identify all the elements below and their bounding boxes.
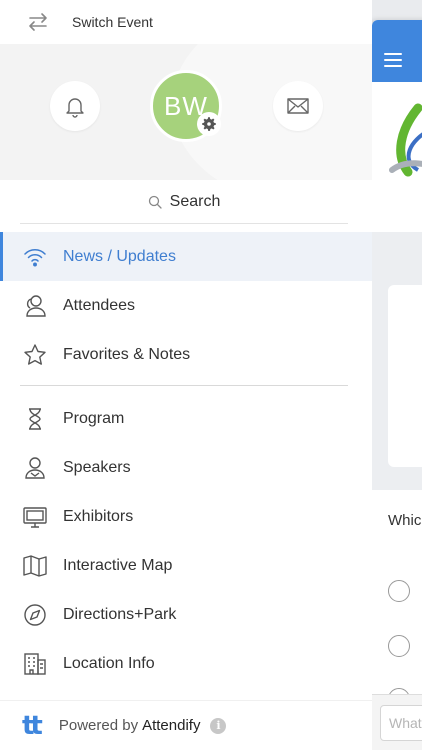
map-icon (22, 553, 48, 579)
messages-button[interactable] (273, 81, 323, 131)
screen: Whic What Switch Event BW Search News / … (0, 0, 422, 750)
menu-item-attendees[interactable]: Attendees (0, 281, 372, 330)
poll-option-radio[interactable] (388, 635, 410, 657)
menu-divider (20, 385, 348, 386)
users-icon (22, 293, 48, 319)
building-icon (22, 651, 48, 677)
profile-header: BW (0, 44, 372, 180)
menu-item-speakers[interactable]: Speakers (0, 443, 372, 492)
search-field[interactable]: Search (20, 180, 348, 224)
menu-label: Interactive Map (63, 556, 173, 574)
powered-by-label: Powered by (58, 717, 139, 734)
wifi-icon (22, 244, 48, 270)
message-input-bar: What (372, 694, 422, 750)
switch-event-label: Switch Event (72, 14, 153, 30)
menu-label: Attendees (63, 296, 136, 314)
attendify-logo: tt (22, 710, 43, 741)
menu-item-favorites-notes[interactable]: Favorites & Notes (0, 330, 372, 379)
menu-label: Location Info (63, 654, 155, 672)
menu-label: Favorites & Notes (63, 345, 191, 363)
poll-option-radio[interactable] (388, 580, 410, 602)
event-banner (372, 82, 422, 232)
event-logo (389, 103, 422, 177)
navigation-drawer: Switch Event BW Search News / Updates At… (0, 0, 372, 750)
swap-arrows-icon (29, 13, 47, 31)
menu-label: Speakers (63, 458, 131, 476)
hamburger-menu-icon[interactable] (384, 53, 402, 67)
powered-by-footer[interactable]: tt Powered by Attendify i (0, 700, 372, 750)
search-label: Search (169, 192, 221, 210)
speaker-icon (22, 455, 48, 481)
message-input[interactable]: What (380, 705, 422, 741)
notifications-button[interactable] (50, 81, 100, 131)
poll-question: Whic (388, 512, 422, 529)
hourglass-icon (22, 406, 48, 432)
info-icon[interactable]: i (210, 717, 227, 734)
brand-name: Attendify (142, 717, 201, 734)
main-app-panel[interactable]: Whic What (372, 20, 422, 750)
menu-item-interactive-map[interactable]: Interactive Map (0, 541, 372, 590)
star-icon (22, 342, 48, 368)
profile-settings-button[interactable] (197, 112, 221, 136)
menu-item-exhibitors[interactable]: Exhibitors (0, 492, 372, 541)
monitor-icon (22, 504, 48, 530)
switch-event-button[interactable]: Switch Event (0, 0, 372, 44)
menu-item-directions-park[interactable]: Directions+Park (0, 590, 372, 639)
compass-icon (22, 602, 48, 628)
menu-label: Program (63, 409, 125, 427)
content-card (388, 285, 422, 467)
menu-label: Directions+Park (63, 605, 177, 623)
app-top-bar (372, 20, 422, 82)
menu-label: News / Updates (63, 247, 176, 265)
menu-label: Exhibitors (63, 507, 134, 525)
menu-item-location-info[interactable]: Location Info (0, 639, 372, 688)
gear-icon (202, 117, 216, 131)
search-icon (148, 195, 162, 209)
menu-item-news-updates[interactable]: News / Updates (0, 232, 372, 281)
envelope-icon (287, 98, 309, 114)
bell-icon (66, 98, 84, 118)
menu-item-program[interactable]: Program (0, 394, 372, 443)
